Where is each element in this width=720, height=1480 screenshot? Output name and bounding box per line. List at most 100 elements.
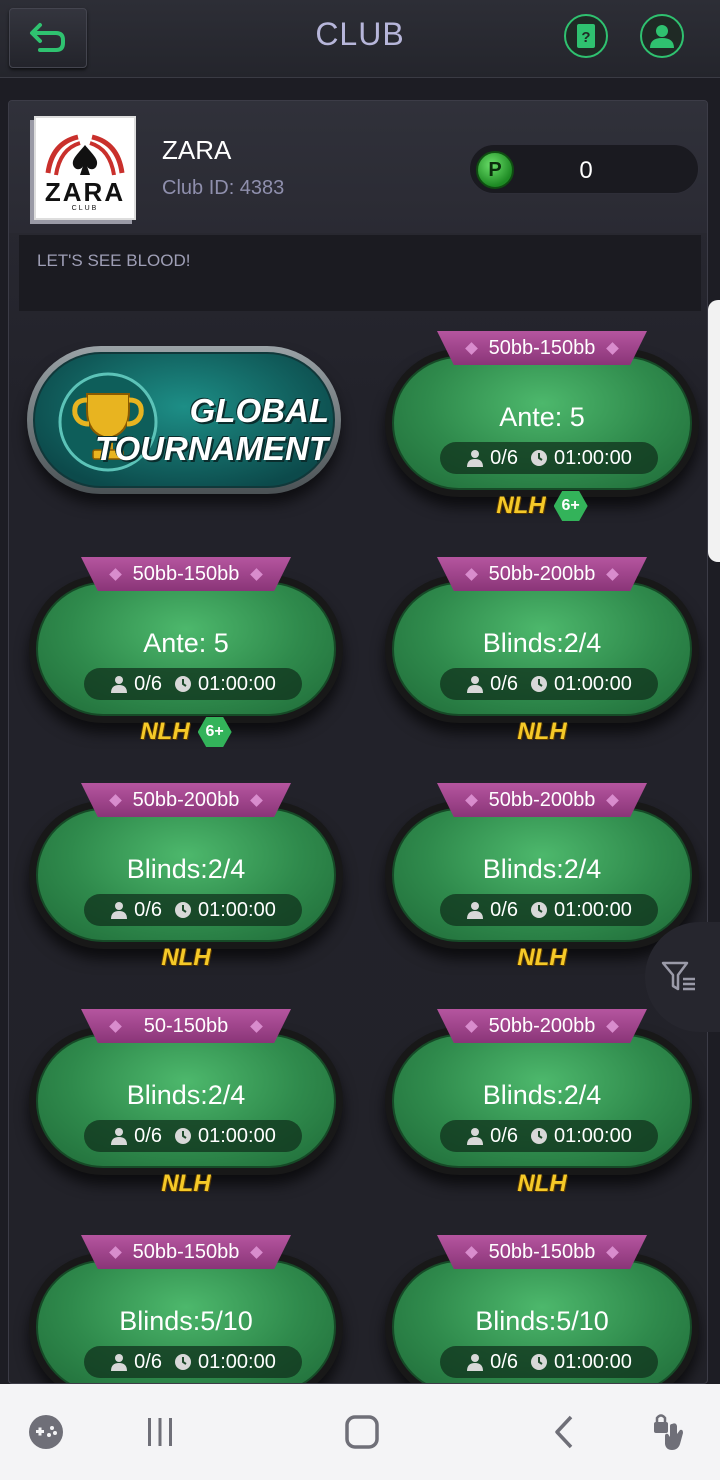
clock-icon [530,902,547,918]
logo-text: ZARA [44,177,126,207]
recent-apps-icon [148,1418,172,1446]
table-players: 0/6 [490,898,518,921]
help-card-icon: ? [577,24,595,48]
club-notice: LET'S SEE BLOOD! [19,235,701,311]
table-time: 01:00:00 [197,898,276,921]
table-info: 0/6 01:00:00 [440,668,658,700]
game-tools-button[interactable] [26,1412,66,1452]
table-blinds: Blinds:2/4 [126,1080,246,1110]
club-panel: ZARA CLUB ZARA Club ID: 4383 P 0 LET'S S… [8,100,708,1384]
seats-badge: 6+ [197,717,232,747]
table-grid: GLOBAL TOURNAMENT Ante: 5 0/6 01:00:00 5… [9,311,707,1383]
table-stakes: 50bb-200bb [81,783,291,817]
seats-badge: 6+ [553,491,588,521]
top-bar: CLUB ? [0,0,720,78]
poker-table-card[interactable]: Blinds:2/4 0/6 01:00:00 50-150bb NLH [29,1009,343,1199]
table-blinds: Ante: 5 [143,628,229,658]
svg-text:?: ? [581,29,590,46]
edge-panel-handle[interactable] [708,300,720,562]
table-info: 0/6 01:00:00 [84,668,302,700]
table-info: 0/6 01:00:00 [84,894,302,926]
club-name: ZARA [162,135,232,165]
poker-table-card[interactable]: Ante: 5 0/6 01:00:00 50bb-150bb NLH 6+ [29,557,343,747]
game-type-label: NLH [161,944,211,971]
player-icon [111,1128,128,1145]
help-button[interactable]: ? [564,14,608,58]
game-type-label: NLH [517,1170,567,1197]
recent-apps-button[interactable] [140,1412,180,1452]
notice-text: LET'S SEE BLOOD! [37,251,191,270]
points-balance[interactable]: P 0 [469,144,699,194]
points-icon: P [476,151,514,189]
table-blinds: Blinds:2/4 [482,628,602,658]
table-blinds: Blinds:2/4 [482,854,602,884]
poker-table-card[interactable]: Blinds:5/10 0/6 01:00:00 50bb-150bb [29,1235,343,1383]
filter-icon [661,961,695,991]
table-blinds: Ante: 5 [499,402,585,432]
table-players: 0/6 [490,1124,518,1147]
poker-table-card[interactable]: Blinds:2/4 0/6 01:00:00 50bb-200bb NLH [385,783,699,973]
table-stakes: 50bb-150bb [81,1235,291,1269]
player-icon [467,1128,484,1145]
table-players: 0/6 [490,1350,518,1373]
player-icon [111,676,128,693]
player-icon [467,1354,484,1371]
clock-icon [530,1128,547,1144]
table-time: 01:00:00 [197,1124,276,1147]
table-time: 01:00:00 [553,898,632,921]
poker-table-card[interactable]: Ante: 5 0/6 01:00:00 50bb-150bb NLH 6+ [385,331,699,521]
table-stakes: 50bb-150bb [437,331,647,365]
table-stakes: 50bb-150bb [437,1235,647,1269]
table-time: 01:00:00 [553,672,632,695]
game-type-label: NLH [496,492,546,519]
table-players: 0/6 [490,672,518,695]
members-button[interactable] [640,14,684,58]
tournament-line1: GLOBAL [189,392,329,429]
table-stakes: 50bb-200bb [437,1009,647,1043]
table-players: 0/6 [134,898,162,921]
poker-table-card[interactable]: Blinds:5/10 0/6 01:00:00 50bb-150bb [385,1235,699,1383]
poker-table-card[interactable]: Blinds:2/4 0/6 01:00:00 50bb-200bb NLH [385,557,699,747]
club-id: Club ID: 4383 [162,177,285,199]
player-icon [467,676,484,693]
page-title: CLUB [315,16,405,52]
club-logo[interactable]: ZARA CLUB [34,116,136,220]
table-players: 0/6 [490,446,518,469]
clock-icon [530,450,547,466]
back-icon [555,1415,573,1449]
table-blinds: Blinds:5/10 [475,1306,609,1336]
game-type-label: NLH [517,718,567,745]
table-blinds: Blinds:5/10 [119,1306,253,1336]
table-time: 01:00:00 [197,672,276,695]
table-time: 01:00:00 [553,1350,632,1373]
touch-lock-button[interactable] [652,1412,692,1452]
table-players: 0/6 [134,1124,162,1147]
table-stakes: 50-150bb [81,1009,291,1043]
touch-lock-icon [654,1414,683,1450]
home-icon [345,1415,379,1449]
table-info: 0/6 01:00:00 [440,1120,658,1152]
table-players: 0/6 [134,672,162,695]
table-stakes: 50bb-150bb [81,557,291,591]
game-type-label: NLH [140,718,190,745]
clock-icon [174,676,191,692]
table-blinds: Blinds:2/4 [126,854,246,884]
poker-table-card[interactable]: Blinds:2/4 0/6 01:00:00 50bb-200bb NLH [385,1009,699,1199]
spade-icon [45,134,125,176]
player-icon [467,902,484,919]
logo-subtext: CLUB [71,205,99,212]
player-icon [111,902,128,919]
global-tournament-button[interactable]: GLOBAL TOURNAMENT [27,346,341,494]
table-info: 0/6 01:00:00 [440,1346,658,1378]
table-info: 0/6 01:00:00 [84,1346,302,1378]
poker-table-card[interactable]: Blinds:2/4 0/6 01:00:00 50bb-200bb NLH [29,783,343,973]
back-nav-button[interactable] [544,1412,584,1452]
game-tools-icon [29,1415,63,1449]
home-button[interactable] [342,1412,382,1452]
club-header: ZARA CLUB ZARA Club ID: 4383 P 0 [9,101,707,233]
table-time: 01:00:00 [197,1350,276,1373]
clock-icon [530,676,547,692]
player-icon [467,450,484,467]
table-stakes: 50bb-200bb [437,557,647,591]
table-time: 01:00:00 [553,446,632,469]
